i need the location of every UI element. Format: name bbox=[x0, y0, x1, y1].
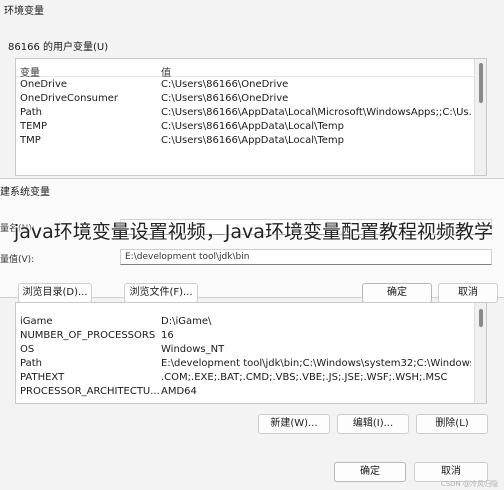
var-name: Path bbox=[20, 358, 42, 369]
var-name: TMP bbox=[20, 135, 41, 146]
sys-var-row[interactable]: Path E:\development tool\jdk\bin;C:\Wind… bbox=[16, 357, 486, 371]
var-name: OS bbox=[20, 344, 35, 355]
var-name: NUMBER_OF_PROCESSORS bbox=[20, 330, 156, 341]
user-variables-group-title: 86166 的用户变量(U) bbox=[8, 42, 109, 53]
user-var-row[interactable]: OneDriveConsumer C:\Users\86166\OneDrive bbox=[16, 92, 486, 106]
column-header-value[interactable]: 值 bbox=[161, 64, 471, 79]
user-var-row[interactable]: Path C:\Users\86166\AppData\Local\Micros… bbox=[16, 106, 486, 120]
var-name: Path bbox=[20, 107, 42, 118]
var-name: iGame bbox=[20, 316, 53, 327]
var-value: C:\Users\86166\AppData\Local\Microsoft\W… bbox=[161, 107, 471, 118]
browse-directory-button[interactable]: 浏览目录(D)... bbox=[18, 283, 92, 303]
dialog-ok-button[interactable]: 确定 bbox=[362, 283, 432, 303]
user-var-row[interactable]: TMP C:\Users\86166\AppData\Local\Temp bbox=[16, 134, 486, 148]
edit-variable-button[interactable]: 编辑(I)... bbox=[337, 414, 409, 434]
watermark-text: CSDN @冷风归隐 bbox=[440, 480, 498, 488]
scrollbar-thumb[interactable] bbox=[479, 63, 483, 103]
var-value: C:\Users\86166\OneDrive bbox=[161, 93, 289, 104]
var-value: Windows_NT bbox=[161, 344, 225, 355]
sys-var-row[interactable]: PATHEXT .COM;.EXE;.BAT;.CMD;.VBS;.VBE;.J… bbox=[16, 371, 486, 385]
sys-var-row[interactable]: PROCESSOR_ARCHITECTU... AMD64 bbox=[16, 385, 486, 399]
ok-button[interactable]: 确定 bbox=[334, 462, 406, 482]
system-variables-list[interactable]: iGame D:\iGame\ NUMBER_OF_PROCESSORS 16 … bbox=[15, 302, 487, 404]
sys-var-row[interactable]: iGame D:\iGame\ bbox=[16, 315, 486, 329]
new-variable-button[interactable]: 新建(W)... bbox=[258, 414, 330, 434]
user-var-row[interactable]: TEMP C:\Users\86166\AppData\Local\Temp bbox=[16, 120, 486, 134]
variable-value-input[interactable] bbox=[120, 249, 492, 265]
var-value: C:\Users\86166\OneDrive bbox=[161, 79, 289, 90]
window-title: 环境变量 bbox=[0, 0, 504, 18]
var-value: 16 bbox=[161, 330, 174, 341]
var-name: OneDriveConsumer bbox=[20, 93, 119, 104]
scrollbar-thumb[interactable] bbox=[479, 309, 483, 327]
sys-var-row[interactable]: OS Windows_NT bbox=[16, 343, 486, 357]
var-name: PATHEXT bbox=[20, 372, 65, 383]
delete-variable-button[interactable]: 删除(L) bbox=[416, 414, 488, 434]
var-value: C:\Users\86166\AppData\Local\Temp bbox=[161, 121, 344, 132]
var-value: .COM;.EXE;.BAT;.CMD;.VBS;.VBE;.JS;.JSE;.… bbox=[161, 372, 448, 383]
var-name: PROCESSOR_ARCHITECTU... bbox=[20, 386, 160, 397]
browse-file-button[interactable]: 浏览文件(F)... bbox=[124, 283, 198, 303]
dialog-cancel-button[interactable]: 取消 bbox=[438, 283, 498, 303]
user-var-row[interactable]: OneDrive C:\Users\86166\OneDrive bbox=[16, 78, 486, 92]
var-value: C:\Users\86166\AppData\Local\Temp bbox=[161, 135, 344, 146]
sys-var-row[interactable]: NUMBER_OF_PROCESSORS 16 bbox=[16, 329, 486, 343]
var-name: TEMP bbox=[20, 121, 48, 132]
var-value: D:\iGame\ bbox=[161, 316, 212, 327]
column-header-name[interactable]: 变量 bbox=[20, 64, 40, 79]
dialog-title: 建系统变量 bbox=[0, 187, 50, 198]
system-list-scrollbar[interactable] bbox=[474, 303, 486, 403]
overlay-title-text: java环境变量设置视频，Java环境变量配置教程视频教学 bbox=[14, 221, 493, 243]
var-name: OneDrive bbox=[20, 79, 68, 90]
variable-value-label: 量值(V): bbox=[0, 255, 35, 265]
user-list-scrollbar[interactable] bbox=[474, 59, 486, 175]
var-value: AMD64 bbox=[161, 386, 197, 397]
list-header: 变量 值 bbox=[16, 63, 486, 79]
user-variables-list[interactable]: 变量 值 OneDrive C:\Users\86166\OneDrive On… bbox=[15, 58, 487, 176]
var-value: E:\development tool\jdk\bin;C:\Windows\s… bbox=[161, 358, 471, 369]
